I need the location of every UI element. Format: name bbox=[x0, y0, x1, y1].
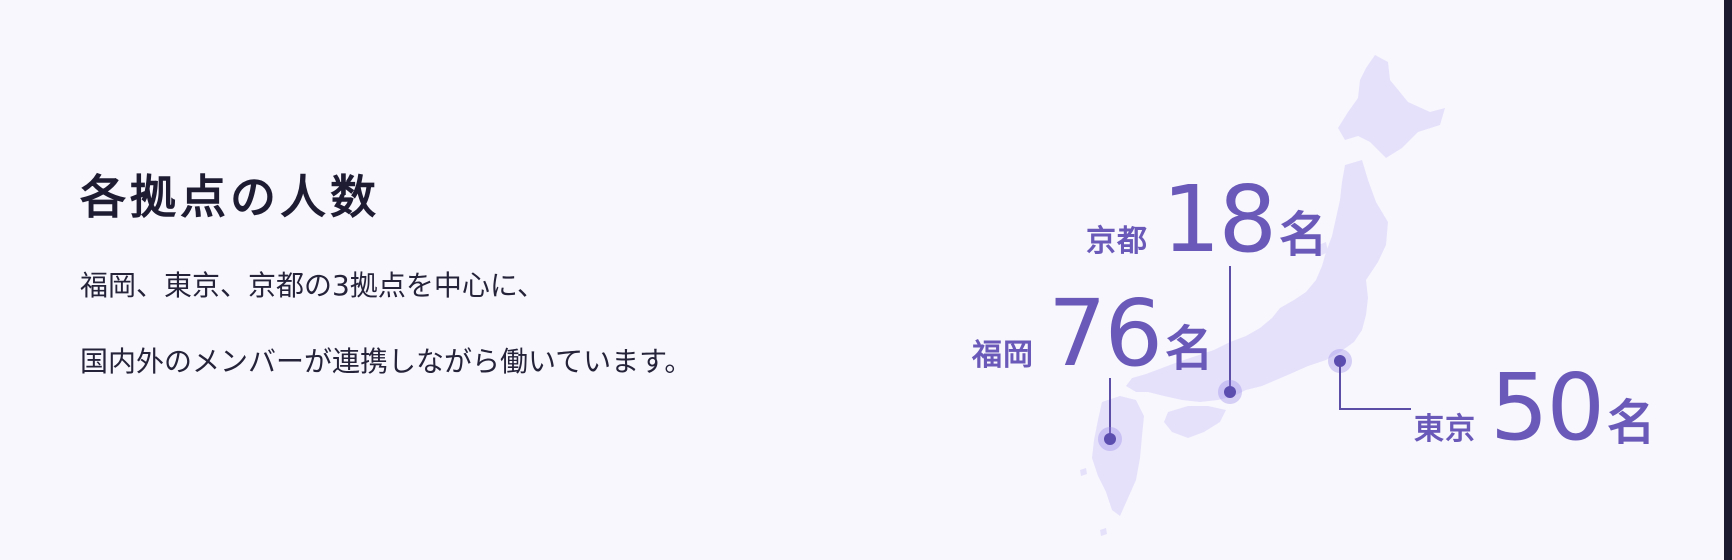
tokyo-leader-vertical bbox=[1339, 361, 1341, 410]
fukuoka-callout: 福岡 76 名 bbox=[972, 288, 1213, 380]
fukuoka-count-unit: 名 bbox=[1165, 321, 1214, 377]
description-line-1: 福岡、東京、京都の3拠点を中心に、 bbox=[80, 269, 545, 302]
fukuoka-pin-icon bbox=[1104, 433, 1116, 445]
tokyo-city-label: 東京 bbox=[1414, 412, 1476, 447]
kyoto-leader-line bbox=[1229, 266, 1231, 392]
section-title: 各拠点の人数 bbox=[80, 170, 380, 224]
tokyo-member-count: 50 bbox=[1490, 354, 1605, 461]
kyoto-pin-icon bbox=[1224, 386, 1236, 398]
description-line-2: 国内外のメンバーが連携しながら働いています。 bbox=[80, 345, 693, 378]
fukuoka-leader-line bbox=[1109, 378, 1111, 440]
kyoto-count-unit: 名 bbox=[1279, 207, 1328, 263]
member-count-section: 各拠点の人数 福岡、東京、京都の3拠点を中心に、 国内外のメンバーが連携しながら… bbox=[0, 0, 1724, 560]
fukuoka-member-count: 76 bbox=[1048, 280, 1163, 387]
tokyo-count-unit: 名 bbox=[1607, 395, 1656, 451]
tokyo-leader-horizontal bbox=[1339, 408, 1411, 410]
kyoto-callout: 京都 18 名 bbox=[1086, 174, 1327, 266]
page-edge-border bbox=[1724, 0, 1732, 560]
kyoto-member-count: 18 bbox=[1162, 166, 1277, 273]
fukuoka-city-label: 福岡 bbox=[972, 338, 1034, 373]
kyoto-city-label: 京都 bbox=[1086, 224, 1148, 259]
tokyo-callout: 東京 50 名 bbox=[1414, 362, 1655, 454]
